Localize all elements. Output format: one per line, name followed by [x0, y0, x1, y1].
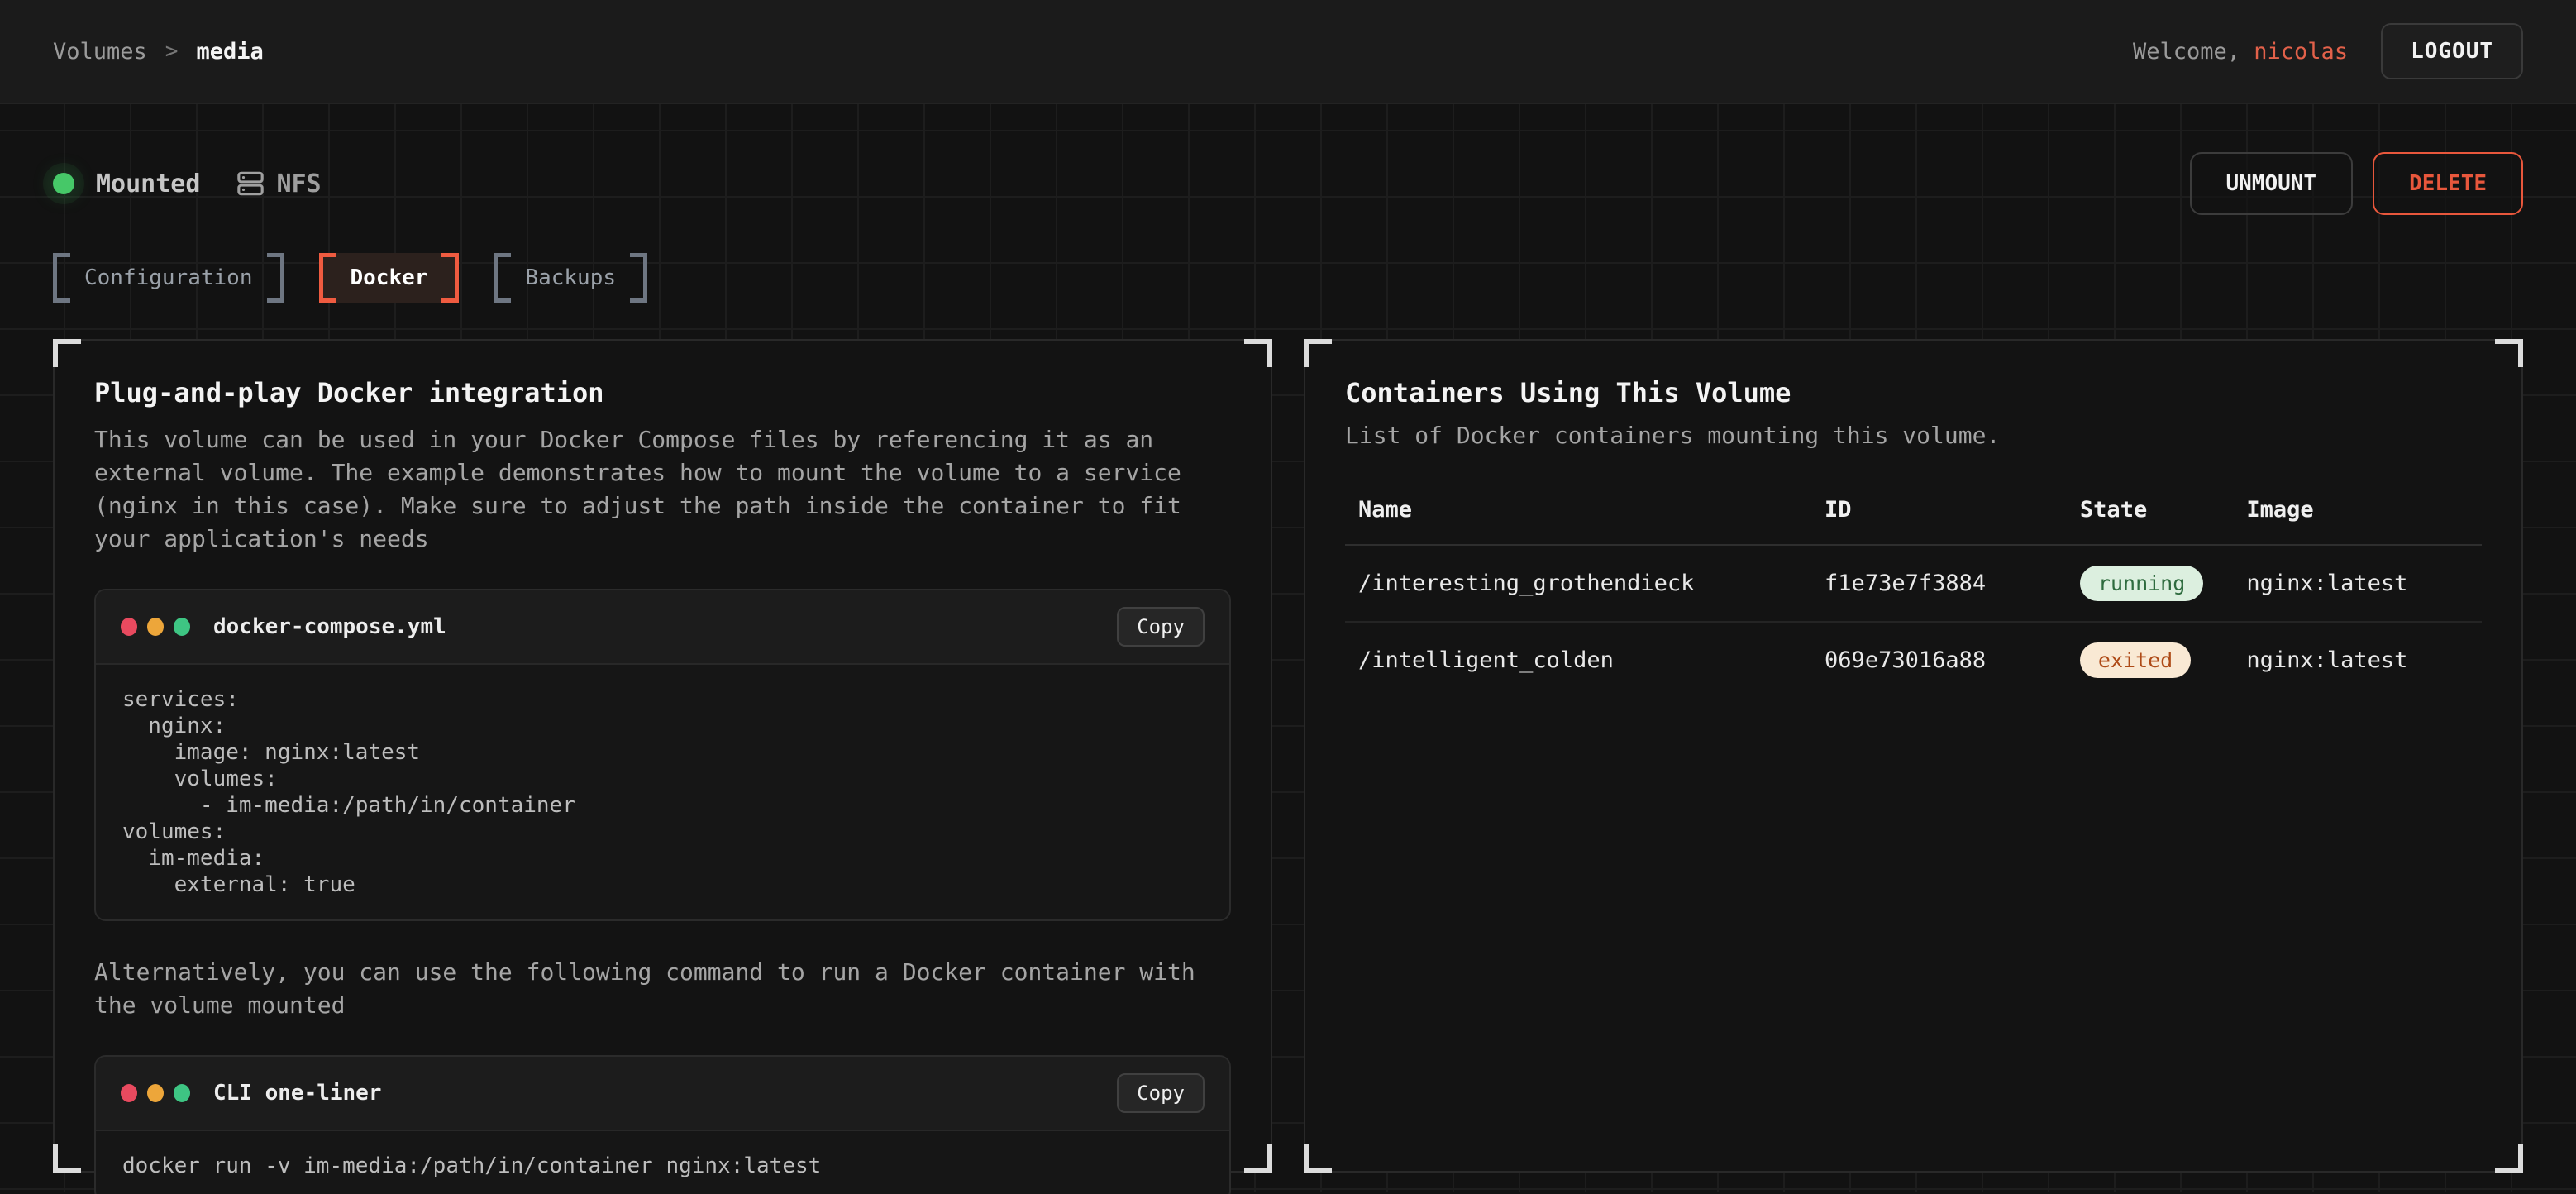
- window-dot-red-icon: [121, 1084, 137, 1102]
- tab-configuration[interactable]: Configuration: [53, 253, 284, 303]
- compose-filename: docker-compose.yml: [213, 614, 446, 639]
- tab-bar: Configuration Docker Backups: [53, 253, 2523, 303]
- column-header-id: ID: [1825, 497, 2080, 523]
- status-row: Mounted NFS UNMOUNT DELETE: [53, 104, 2523, 215]
- containers-table-header: Name ID State Image: [1345, 487, 2482, 546]
- container-id: 069e73016a88: [1825, 647, 2080, 673]
- panel-corner-decoration: [1304, 1144, 1332, 1173]
- tab-backups[interactable]: Backups: [494, 253, 647, 303]
- server-stack-icon: [236, 170, 265, 198]
- window-dots: [121, 618, 190, 636]
- delete-button[interactable]: DELETE: [2373, 152, 2523, 215]
- container-image: nginx:latest: [2246, 571, 2469, 596]
- tab-docker[interactable]: Docker: [319, 253, 460, 303]
- compose-code-block: docker-compose.yml Copy services: nginx:…: [94, 589, 1231, 921]
- column-header-image: Image: [2246, 497, 2469, 523]
- window-dot-amber-icon: [147, 1084, 164, 1102]
- unmount-button[interactable]: UNMOUNT: [2190, 152, 2354, 215]
- volume-actions: UNMOUNT DELETE: [2190, 152, 2524, 215]
- container-image: nginx:latest: [2246, 647, 2469, 673]
- cli-code-content: docker run -v im-media:/path/in/containe…: [96, 1131, 1229, 1194]
- logout-button[interactable]: LOGOUT: [2381, 23, 2523, 79]
- containers-panel: Containers Using This Volume List of Doc…: [1304, 339, 2523, 1173]
- panel-corner-decoration: [1244, 1144, 1272, 1173]
- panel-corner-decoration: [53, 339, 81, 367]
- panels-row: Plug-and-play Docker integration This vo…: [53, 339, 2523, 1173]
- container-row: /interesting_grothendieckf1e73e7f3884run…: [1345, 546, 2482, 623]
- window-dots: [121, 1084, 190, 1102]
- window-dot-green-icon: [174, 1084, 190, 1102]
- container-name: /interesting_grothendieck: [1358, 571, 1825, 596]
- state-badge: running: [2080, 566, 2203, 601]
- docker-integration-panel: Plug-and-play Docker integration This vo…: [53, 339, 1272, 1173]
- volume-status: Mounted NFS: [53, 170, 322, 198]
- main-content: Mounted NFS UNMOUNT DELETE Configuration: [0, 104, 2576, 1192]
- cli-copy-button[interactable]: Copy: [1117, 1073, 1205, 1113]
- mounted-status-dot: [53, 173, 74, 194]
- compose-code-header: docker-compose.yml Copy: [96, 590, 1229, 665]
- panel-corner-decoration: [2495, 339, 2523, 367]
- welcome-prefix: Welcome,: [2133, 39, 2254, 64]
- column-header-state: State: [2080, 497, 2246, 523]
- username: nicolas: [2254, 39, 2348, 64]
- container-row: /intelligent_colden069e73016a88exited ngi…: [1345, 623, 2482, 698]
- container-name: /intelligent_colden: [1358, 647, 1825, 673]
- compose-code-content: services: nginx: image: nginx:latest vol…: [96, 665, 1229, 919]
- panel-corner-decoration: [53, 1144, 81, 1173]
- compose-copy-button[interactable]: Copy: [1117, 607, 1205, 647]
- cli-alternative-text: Alternatively, you can use the following…: [94, 956, 1214, 1022]
- cli-code-block: CLI one-liner Copy docker run -v im-medi…: [94, 1055, 1231, 1194]
- top-bar: Volumes > media Welcome, nicolas LOGOUT: [0, 0, 2576, 104]
- window-dot-amber-icon: [147, 618, 164, 636]
- docker-panel-description: This volume can be used in your Docker C…: [94, 423, 1214, 556]
- cli-code-header: CLI one-liner Copy: [96, 1057, 1229, 1131]
- panel-corner-decoration: [1244, 339, 1272, 367]
- panel-corner-decoration: [2495, 1144, 2523, 1173]
- state-badge: exited: [2080, 642, 2191, 678]
- window-dot-green-icon: [174, 618, 190, 636]
- panel-corner-decoration: [1304, 339, 1332, 367]
- window-dot-red-icon: [121, 618, 137, 636]
- top-bar-right: Welcome, nicolas LOGOUT: [2133, 23, 2523, 79]
- driver-label: NFS: [276, 170, 321, 198]
- containers-panel-subtitle: List of Docker containers mounting this …: [1345, 422, 2482, 449]
- breadcrumb-separator-icon: >: [165, 39, 179, 64]
- cli-filename: CLI one-liner: [213, 1081, 382, 1106]
- container-state-cell: exited: [2080, 642, 2246, 678]
- welcome-message: Welcome, nicolas: [2133, 39, 2348, 64]
- breadcrumb: Volumes > media: [53, 39, 264, 64]
- containers-table-body: /interesting_grothendieckf1e73e7f3884run…: [1345, 546, 2482, 698]
- container-state-cell: running: [2080, 566, 2246, 601]
- container-id: f1e73e7f3884: [1825, 571, 2080, 596]
- docker-panel-title: Plug-and-play Docker integration: [94, 377, 1231, 408]
- driver-badge: NFS: [236, 170, 321, 198]
- breadcrumb-current-volume: media: [196, 39, 263, 64]
- column-header-name: Name: [1358, 497, 1825, 523]
- containers-table: Name ID State Image /interesting_grothen…: [1345, 487, 2482, 698]
- breadcrumb-volumes-link[interactable]: Volumes: [53, 39, 147, 64]
- containers-panel-title: Containers Using This Volume: [1345, 377, 2482, 408]
- mounted-status-label: Mounted: [96, 170, 200, 198]
